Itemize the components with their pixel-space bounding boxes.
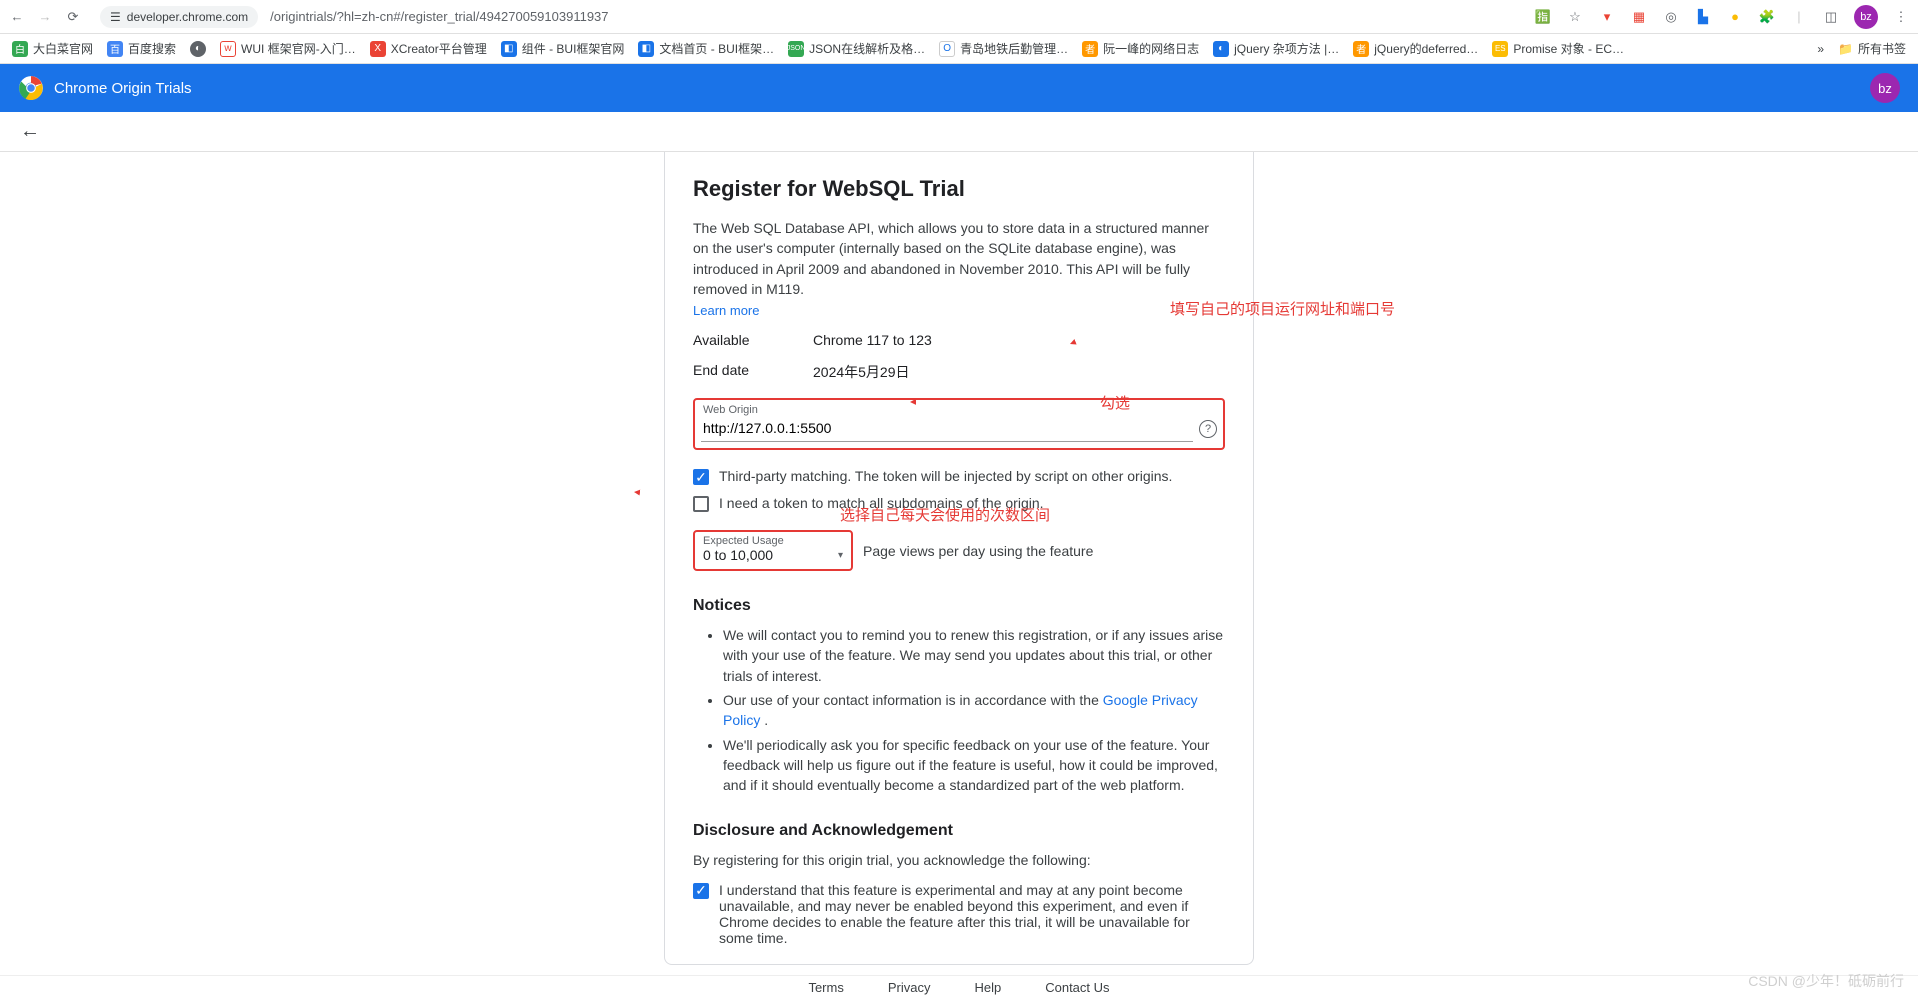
back-icon[interactable]: ← <box>8 8 26 26</box>
bookmarks-more[interactable]: » <box>1817 42 1824 56</box>
privacy-link[interactable]: Privacy <box>888 980 931 995</box>
bookmark-item[interactable]: ◐jQuery 杂项方法 |… <box>1213 40 1339 57</box>
page-title: Register for WebSQL Trial <box>693 176 1225 202</box>
subheader: ← <box>0 112 1918 152</box>
disclosure-heading: Disclosure and Acknowledgement <box>693 822 1225 840</box>
registration-card: Register for WebSQL Trial The Web SQL Da… <box>664 152 1254 965</box>
terms-link[interactable]: Terms <box>808 980 843 995</box>
ext2-icon[interactable]: ▦ <box>1630 8 1648 26</box>
app-title: Chrome Origin Trials <box>54 80 192 97</box>
site-info-icon: ☰ <box>110 10 121 24</box>
usage-description: Page views per day using the feature <box>863 543 1093 559</box>
annotation-2: 勾选 <box>1100 392 1130 413</box>
help-link[interactable]: Help <box>974 980 1001 995</box>
app-header: Chrome Origin Trials bz <box>0 64 1918 112</box>
bookmark-item[interactable]: 者阮一峰的网络日志 <box>1082 40 1199 57</box>
bookmark-item[interactable]: ◐ <box>190 41 206 57</box>
bookmark-item[interactable]: XXCreator平台管理 <box>370 40 487 57</box>
bookmark-item[interactable]: 者jQuery的deferred… <box>1353 40 1478 57</box>
usage-label: Expected Usage <box>703 535 843 547</box>
third-party-checkbox[interactable]: ✓ <box>693 469 709 485</box>
bookmark-item[interactable]: ◧文档首页 - BUI框架… <box>638 40 774 57</box>
learn-more-link[interactable]: Learn more <box>693 303 1225 318</box>
chevron-down-icon: ▾ <box>838 550 843 561</box>
bookmark-item[interactable]: O青岛地铁后勤管理… <box>939 40 1068 57</box>
bookmark-item[interactable]: 白大白菜官网 <box>12 40 93 57</box>
subdomain-checkbox[interactable] <box>693 496 709 512</box>
header-avatar[interactable]: bz <box>1870 73 1900 103</box>
available-label: Available <box>693 332 813 348</box>
usage-select[interactable]: Expected Usage 0 to 10,000 ▾ <box>693 530 853 571</box>
third-party-label: Third-party matching. The token will be … <box>719 468 1172 484</box>
url-chip[interactable]: ☰ developer.chrome.com <box>100 6 258 28</box>
bookmark-item[interactable]: ◧组件 - BUI框架官网 <box>501 40 625 57</box>
url-host: developer.chrome.com <box>127 10 248 24</box>
web-origin-field: Web Origin ? <box>693 398 1225 450</box>
bookmark-item[interactable]: 百百度搜索 <box>107 40 176 57</box>
notice-item: We'll periodically ask you for specific … <box>723 735 1225 796</box>
bookmark-item[interactable]: wWUI 框架官网-入门… <box>220 40 356 57</box>
bookmark-item[interactable]: ESPromise 对象 - EC… <box>1492 40 1624 57</box>
footer-links: Terms Privacy Help Contact Us <box>0 975 1918 999</box>
menu-dots-icon[interactable]: ⋮ <box>1892 8 1910 26</box>
enddate-label: End date <box>693 362 813 382</box>
ack1-checkbox[interactable]: ✓ <box>693 883 709 899</box>
origin-label: Web Origin <box>701 404 1217 416</box>
browser-toolbar: ← → ⟳ ☰ developer.chrome.com /origintria… <box>0 0 1918 34</box>
ext5-icon[interactable]: ● <box>1726 8 1744 26</box>
divider: | <box>1790 8 1808 26</box>
side-panel-icon[interactable]: ◫ <box>1822 8 1840 26</box>
help-icon[interactable]: ? <box>1199 420 1217 438</box>
ack1-label: I understand that this feature is experi… <box>719 882 1225 946</box>
url-path: /origintrials/?hl=zh-cn#/register_trial/… <box>270 9 608 24</box>
notice-item: Our use of your contact information is i… <box>723 690 1225 731</box>
notice-item: We will contact you to remind you to ren… <box>723 625 1225 686</box>
bookmarks-bar: 白大白菜官网 百百度搜索 ◐ wWUI 框架官网-入门… XXCreator平台… <box>0 34 1918 64</box>
bookmark-item[interactable]: JSONJSON在线解析及格… <box>788 40 925 57</box>
annotation-3: 选择自己每天会使用的次数区间 <box>840 504 1050 525</box>
profile-avatar[interactable]: bz <box>1854 5 1878 29</box>
reload-icon[interactable]: ⟳ <box>64 8 82 26</box>
forward-icon[interactable]: → <box>36 8 54 26</box>
all-bookmarks[interactable]: 📁所有书签 <box>1838 40 1906 57</box>
extensions-icon[interactable]: 🧩 <box>1758 8 1776 26</box>
notices-list: We will contact you to remind you to ren… <box>723 625 1225 795</box>
available-value: Chrome 117 to 123 <box>813 332 932 348</box>
ext1-icon[interactable]: ▾ <box>1598 8 1616 26</box>
back-arrow-button[interactable]: ← <box>20 120 40 143</box>
notices-heading: Notices <box>693 597 1225 615</box>
folder-icon: 📁 <box>1838 42 1853 56</box>
ext3-icon[interactable]: ◎ <box>1662 8 1680 26</box>
usage-value: 0 to 10,000 <box>703 547 773 563</box>
origin-input[interactable] <box>701 416 1193 442</box>
disclosure-lead: By registering for this origin trial, yo… <box>693 852 1225 868</box>
annotation-1: 填写自己的项目运行网址和端口号 <box>1170 298 1395 319</box>
translate-icon[interactable]: 🈯 <box>1534 8 1552 26</box>
enddate-value: 2024年5月29日 <box>813 362 910 382</box>
bookmark-star-icon[interactable]: ☆ <box>1566 8 1584 26</box>
contact-link[interactable]: Contact Us <box>1045 980 1109 995</box>
watermark: CSDN @少年！砥砺前行 <box>1748 971 1904 991</box>
chrome-logo-icon <box>18 75 44 101</box>
trial-description: The Web SQL Database API, which allows y… <box>693 218 1225 299</box>
ext4-icon[interactable]: ▙ <box>1694 8 1712 26</box>
